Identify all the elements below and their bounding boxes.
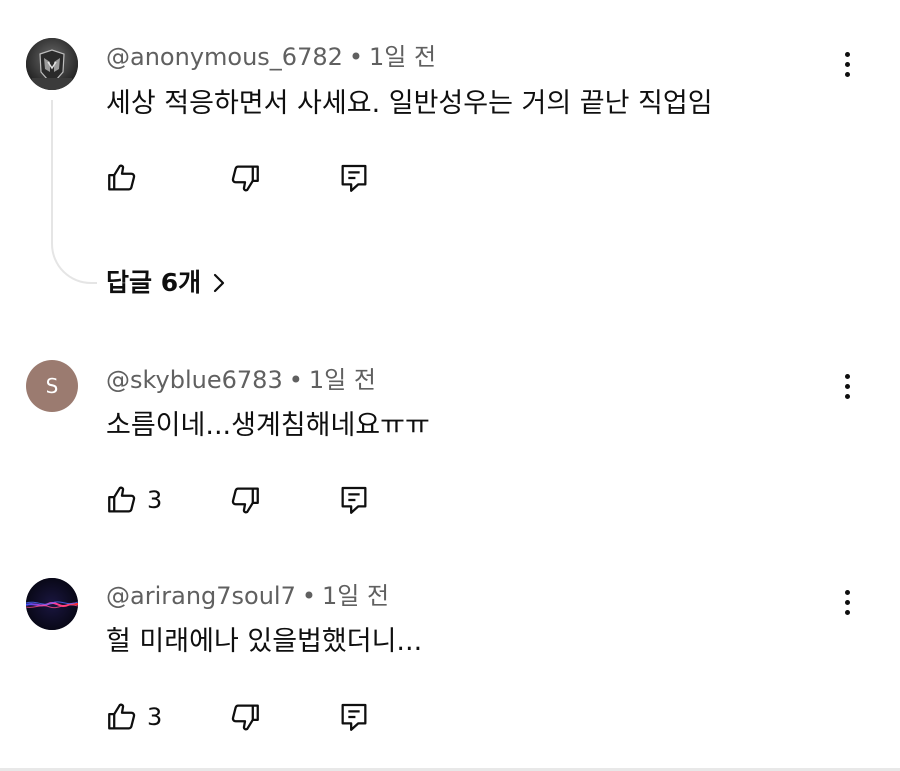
reply-button[interactable] (337, 697, 371, 737)
dislike-button[interactable] (228, 480, 262, 520)
comment-item: @arirang7soul7 • 1일 전 헐 미래에나 있을법했더니... 3 (0, 560, 900, 765)
like-count: 3 (147, 486, 163, 514)
comment-text: 세상 적응하면서 사세요. 일반성우는 거의 끝난 직업임 (106, 88, 713, 119)
meta-separator: • (348, 43, 364, 71)
avatar-letter: S (45, 374, 59, 398)
thumbs-down-icon (231, 704, 259, 731)
helmet-figure-avatar-icon (26, 38, 78, 90)
comment-meta: @skyblue6783 • 1일 전 (106, 365, 376, 395)
dislike-button[interactable] (228, 158, 262, 198)
reply-icon (341, 703, 367, 731)
comment-author[interactable]: @arirang7soul7 (106, 582, 296, 610)
chevron-right-icon (214, 273, 225, 293)
dislike-button[interactable] (228, 697, 262, 737)
like-count: 3 (147, 703, 163, 731)
avatar[interactable] (26, 38, 78, 90)
avatar[interactable]: S (26, 360, 78, 412)
replies-label: 답글 6개 (106, 268, 202, 297)
comment-meta: @arirang7soul7 • 1일 전 (106, 581, 389, 611)
thread-connector (51, 100, 97, 284)
thumbs-down-icon (231, 165, 259, 192)
avatar[interactable] (26, 578, 78, 630)
thumbs-down-icon (231, 487, 259, 514)
more-vertical-icon[interactable] (832, 582, 862, 622)
comment-text: 헐 미래에나 있을법했더니... (106, 626, 423, 657)
comment-item: S @skyblue6783 • 1일 전 소름이네...생계침해네요ㅠㅠ 3 (0, 340, 900, 550)
more-vertical-icon[interactable] (832, 366, 862, 406)
comment-author[interactable]: @anonymous_6782 (106, 43, 343, 71)
like-button[interactable]: 3 (105, 480, 162, 520)
comment-time: 1일 전 (308, 366, 376, 394)
like-button[interactable]: 3 (105, 697, 162, 737)
reply-button[interactable] (337, 480, 371, 520)
view-replies-link[interactable]: 답글 6개 (106, 266, 227, 300)
comment-author[interactable]: @skyblue6783 (106, 366, 283, 394)
reply-button[interactable] (337, 158, 371, 198)
reply-icon (341, 486, 367, 514)
comment-meta: @anonymous_6782 • 1일 전 (106, 42, 436, 72)
comment-item: @anonymous_6782 • 1일 전 세상 적응하면서 사세요. 일반성우는… (0, 0, 900, 320)
thumbs-up-icon (108, 164, 136, 191)
like-button[interactable] (105, 158, 147, 198)
comment-time: 1일 전 (369, 43, 437, 71)
thumbs-up-icon (108, 486, 136, 513)
meta-separator: • (301, 582, 317, 610)
comment-time: 1일 전 (322, 582, 390, 610)
more-vertical-icon[interactable] (832, 44, 862, 84)
sound-wave-avatar-icon (26, 578, 78, 630)
comment-text: 소름이네...생계침해네요ㅠㅠ (106, 410, 430, 441)
thumbs-up-icon (108, 703, 136, 730)
reply-icon (341, 164, 367, 192)
meta-separator: • (288, 366, 303, 394)
